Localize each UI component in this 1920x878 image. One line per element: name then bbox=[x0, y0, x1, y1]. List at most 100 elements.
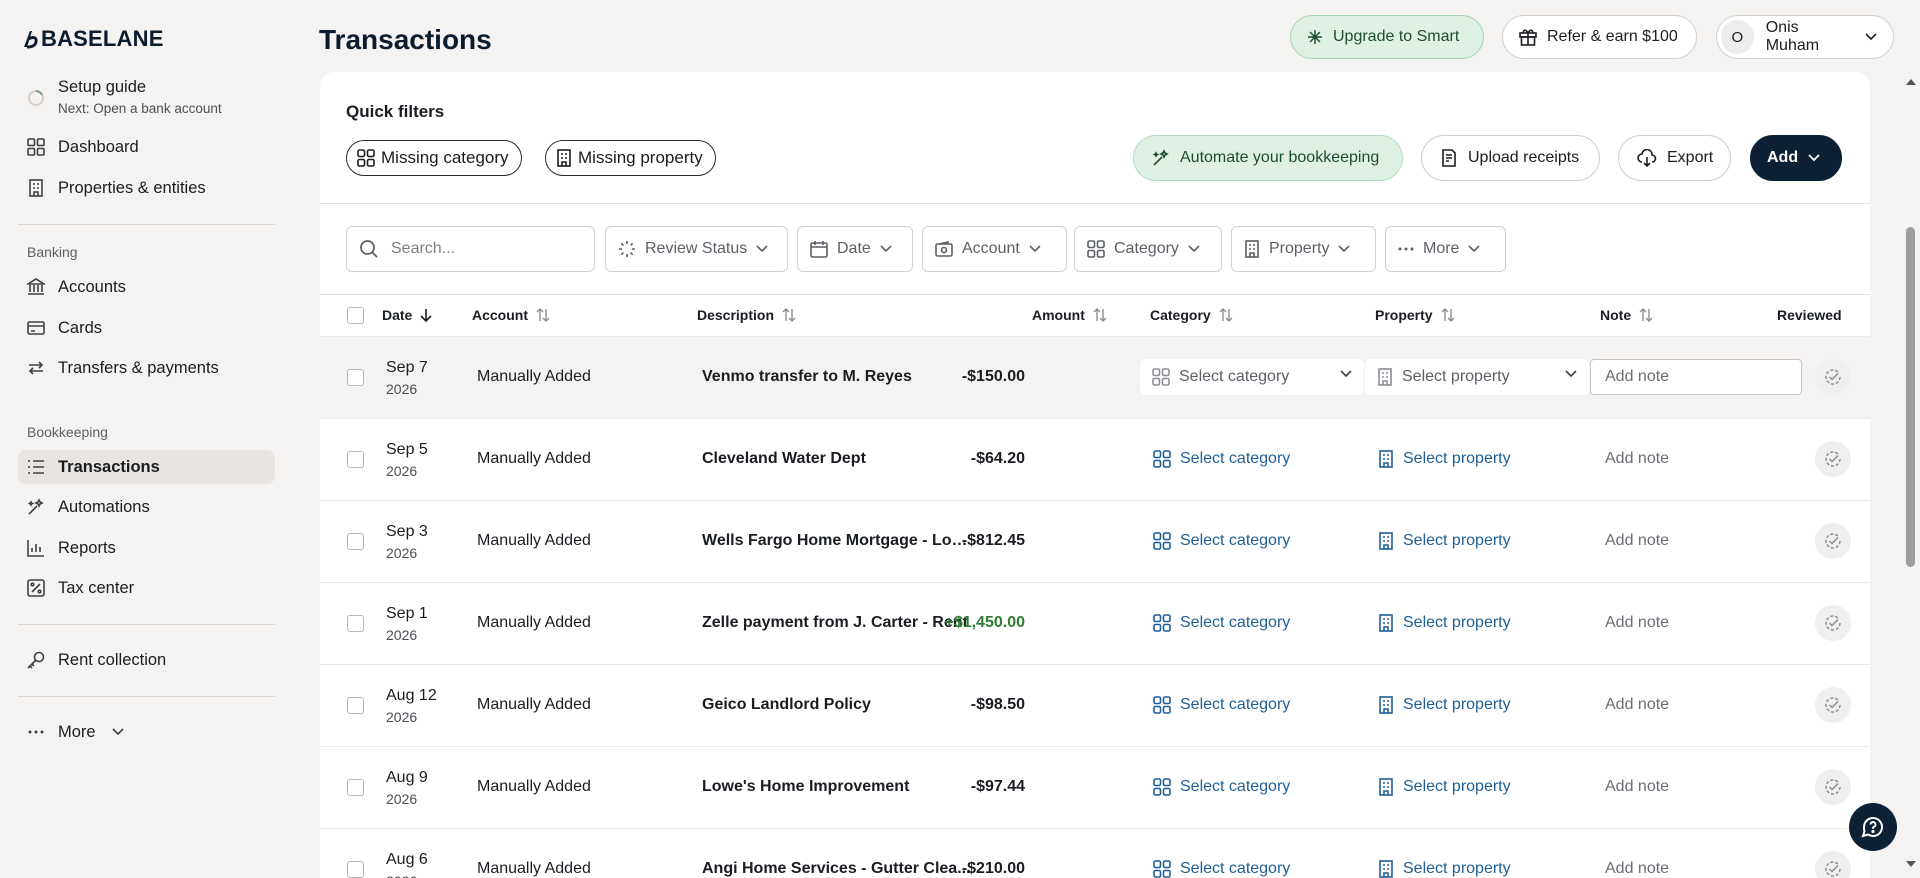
sort-icon bbox=[1093, 308, 1107, 322]
property-select[interactable]: Select property bbox=[1365, 359, 1589, 395]
col-property[interactable]: Property bbox=[1375, 307, 1455, 323]
review-toggle[interactable] bbox=[1815, 359, 1851, 395]
row-checkbox[interactable] bbox=[347, 779, 364, 796]
logo-mark-icon bbox=[24, 31, 38, 49]
select-property-link[interactable]: Select property bbox=[1365, 851, 1511, 878]
refer-button[interactable]: Refer & earn $100 bbox=[1502, 15, 1697, 59]
add-note-field[interactable]: Add note bbox=[1590, 769, 1669, 805]
user-menu[interactable]: O Onis Muham bbox=[1716, 15, 1894, 59]
upload-label: Upload receipts bbox=[1468, 149, 1580, 166]
row-checkbox[interactable] bbox=[347, 533, 364, 550]
review-toggle[interactable] bbox=[1815, 523, 1851, 559]
select-category-link[interactable]: Select category bbox=[1140, 605, 1290, 641]
sparkle-wand-icon bbox=[26, 497, 46, 517]
sidebar-item-transfers[interactable]: Transfers & payments bbox=[18, 351, 275, 385]
scrollbar[interactable] bbox=[1902, 72, 1920, 878]
sidebar-item-transactions[interactable]: Transactions bbox=[18, 450, 275, 484]
missing-property-chip[interactable]: Missing property bbox=[545, 140, 716, 176]
review-toggle[interactable] bbox=[1815, 851, 1851, 878]
row-date: Sep 5 bbox=[386, 441, 428, 458]
account-filter[interactable]: Account bbox=[922, 226, 1067, 272]
scrollbar-thumb[interactable] bbox=[1906, 227, 1915, 567]
select-category-link[interactable]: Select category bbox=[1140, 851, 1290, 878]
chevron-down-icon bbox=[1865, 33, 1877, 41]
category-filter[interactable]: Category bbox=[1074, 226, 1222, 272]
col-amount[interactable]: Amount bbox=[1032, 307, 1107, 323]
automate-bookkeeping-button[interactable]: Automate your bookkeeping bbox=[1133, 135, 1403, 181]
row-checkbox[interactable] bbox=[347, 615, 364, 632]
col-date[interactable]: Date bbox=[382, 307, 432, 323]
review-toggle[interactable] bbox=[1815, 769, 1851, 805]
add-note-field[interactable]: Add note bbox=[1590, 605, 1669, 641]
date-filter[interactable]: Date bbox=[797, 226, 913, 272]
upload-receipts-button[interactable]: Upload receipts bbox=[1421, 135, 1600, 181]
select-property-link[interactable]: Select property bbox=[1365, 769, 1511, 805]
search-input[interactable]: Search... bbox=[346, 226, 595, 272]
sidebar-item-reports[interactable]: Reports bbox=[18, 531, 275, 565]
row-amount: -$210.00 bbox=[961, 860, 1025, 877]
table-row[interactable]: Sep 7 2026 Manually Added Venmo transfer to… bbox=[320, 336, 1870, 418]
setup-guide[interactable]: Setup guide Next: Open a bank account bbox=[18, 78, 222, 116]
sidebar-item-cards[interactable]: Cards bbox=[18, 311, 275, 345]
row-checkbox[interactable] bbox=[347, 697, 364, 714]
sidebar-item-properties[interactable]: Properties & entities bbox=[18, 171, 275, 205]
add-note-field[interactable]: Add note bbox=[1590, 851, 1669, 878]
review-toggle[interactable] bbox=[1815, 605, 1851, 641]
upgrade-button[interactable]: Upgrade to Smart bbox=[1290, 15, 1484, 59]
missing-category-chip[interactable]: Missing category bbox=[346, 140, 522, 176]
select-property-link[interactable]: Select property bbox=[1365, 605, 1511, 641]
property-filter[interactable]: Property bbox=[1231, 226, 1376, 272]
sidebar-item-tax-center[interactable]: Tax center bbox=[18, 571, 275, 605]
brand-name: BASELANE bbox=[41, 26, 164, 51]
add-note-field[interactable]: Add note bbox=[1590, 523, 1669, 559]
property-link-label: Select property bbox=[1403, 860, 1511, 877]
more-filter[interactable]: More bbox=[1385, 226, 1506, 272]
row-checkbox[interactable] bbox=[347, 861, 364, 878]
scroll-up-icon[interactable] bbox=[1902, 76, 1920, 88]
col-category[interactable]: Category bbox=[1150, 307, 1233, 323]
select-property-link[interactable]: Select property bbox=[1365, 523, 1511, 559]
select-property-link[interactable]: Select property bbox=[1365, 441, 1511, 477]
table-row[interactable]: Aug 62026Manually AddedAngi Home Service… bbox=[320, 828, 1870, 878]
chevron-down-icon bbox=[1565, 370, 1577, 378]
select-category-link[interactable]: Select category bbox=[1140, 523, 1290, 559]
row-checkbox[interactable] bbox=[347, 451, 364, 468]
category-grid-icon bbox=[357, 149, 375, 167]
sidebar-item-rent-collection[interactable]: Rent collection bbox=[18, 643, 275, 677]
add-note-field[interactable]: Add note bbox=[1590, 687, 1669, 723]
col-description[interactable]: Description bbox=[697, 307, 796, 323]
property-link-label: Select property bbox=[1403, 696, 1511, 713]
table-row[interactable]: Sep 3 2026 Manually Added Wells Fargo Home … bbox=[320, 500, 1870, 582]
baselane-logo[interactable]: BASELANE bbox=[22, 26, 164, 52]
add-button[interactable]: Add bbox=[1750, 135, 1842, 181]
table-row[interactable]: Sep 1 2026 Manually Added Zelle payment fro… bbox=[320, 582, 1870, 664]
table-row[interactable]: Aug 9 2026 Manually Added Lowe's Home Impro… bbox=[320, 746, 1870, 828]
scroll-down-icon[interactable] bbox=[1902, 858, 1920, 870]
sidebar-item-accounts[interactable]: Accounts bbox=[18, 270, 275, 304]
review-toggle[interactable] bbox=[1815, 687, 1851, 723]
sidebar-item-dashboard[interactable]: Dashboard bbox=[18, 130, 275, 164]
row-checkbox[interactable] bbox=[347, 369, 364, 386]
export-button[interactable]: Export bbox=[1618, 135, 1731, 181]
select-category-link[interactable]: Select category bbox=[1140, 769, 1290, 805]
row-account: Manually Added bbox=[477, 614, 591, 631]
category-grid-icon bbox=[1153, 614, 1171, 632]
add-note-field[interactable]: Add note bbox=[1590, 441, 1669, 477]
review-toggle[interactable] bbox=[1815, 441, 1851, 477]
review-status-filter[interactable]: Review Status bbox=[605, 226, 788, 272]
table-row[interactable]: Sep 5 2026 Manually Added Cleveland Water D… bbox=[320, 418, 1870, 500]
sidebar-item-more[interactable]: More bbox=[18, 715, 275, 749]
select-category-link[interactable]: Select category bbox=[1140, 687, 1290, 723]
col-category-label: Category bbox=[1150, 307, 1211, 323]
note-input[interactable]: Add note bbox=[1590, 359, 1802, 395]
table-row[interactable]: Aug 12 2026 Manually Added Geico Landlord P… bbox=[320, 664, 1870, 746]
property-link-label: Select property bbox=[1403, 450, 1511, 467]
help-chat-button[interactable] bbox=[1849, 803, 1897, 851]
select-all-checkbox[interactable] bbox=[347, 307, 364, 324]
col-account[interactable]: Account bbox=[472, 307, 550, 323]
category-select[interactable]: Select category bbox=[1140, 359, 1364, 395]
sidebar-item-automations[interactable]: Automations bbox=[18, 490, 275, 524]
select-property-link[interactable]: Select property bbox=[1365, 687, 1511, 723]
select-category-link[interactable]: Select category bbox=[1140, 441, 1290, 477]
col-note[interactable]: Note bbox=[1600, 307, 1653, 323]
